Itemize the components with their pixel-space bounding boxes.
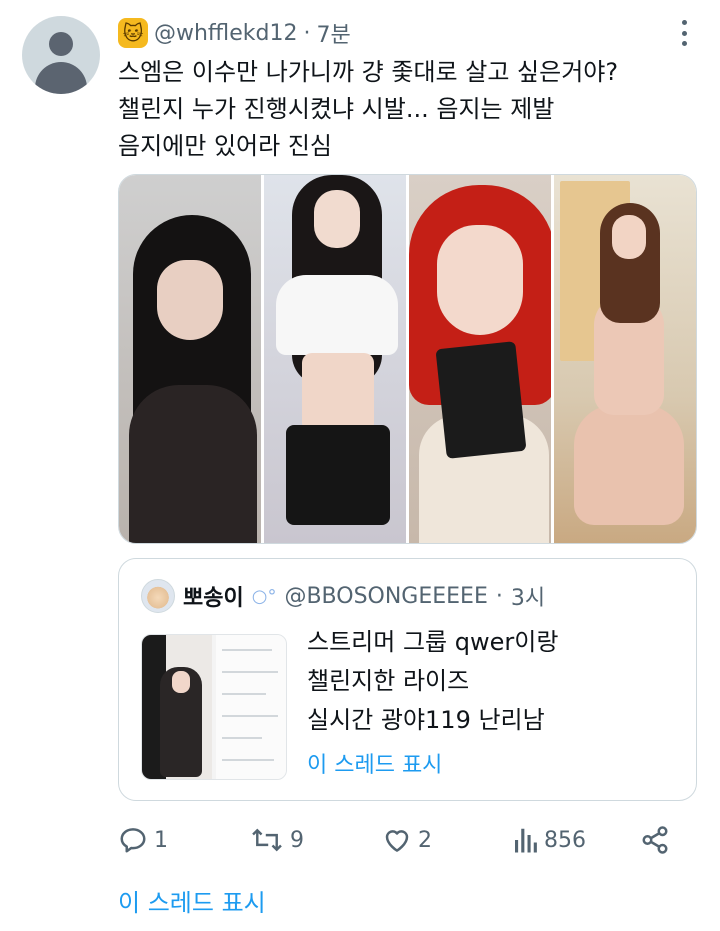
share-button[interactable] [640, 820, 670, 860]
show-thread-link[interactable]: 이 스레드 표시 [118, 883, 266, 918]
tweet-text-line: 챌린지 누가 진행시켰냐 시발... 음지는 제발 [118, 95, 555, 123]
avatar-head-shape [49, 32, 73, 56]
bubble-emoji-icon: ○° [251, 585, 277, 607]
tweet-text-line: 음지에만 있어라 진심 [118, 132, 332, 160]
media-photo-3[interactable] [409, 175, 551, 543]
quote-text: 스트리머 그룹 qwer이랑 챌린지한 라이즈 실시간 광야119 난리남 [307, 623, 677, 740]
tweet-text: 스엠은 이수만 나가니까 걍 좇대로 살고 싶은거야? 챌린지 누가 진행시켰냐… [118, 54, 698, 165]
tweet: 🐱︎ @whfflekd12 · 7분 스엠은 이수만 나가니까 걍 좇대로 살… [0, 0, 720, 931]
retweet-count: 9 [290, 827, 304, 853]
views-button[interactable]: 856 [512, 820, 586, 860]
retweet-icon [252, 828, 282, 852]
media-photo-2[interactable] [264, 175, 406, 543]
quote-time: 3시 [510, 586, 546, 611]
reply-icon [120, 828, 146, 853]
quote-text-line: 스트리머 그룹 qwer이랑 [307, 628, 559, 656]
like-count: 2 [418, 827, 432, 853]
cat-emoji-icon: 🐱︎ [118, 18, 148, 48]
retweet-button[interactable]: 9 [250, 820, 304, 860]
avatar-body-shape [35, 62, 87, 94]
quote-show-thread-link[interactable]: 이 스레드 표시 [307, 747, 442, 779]
quote-text-line: 실시간 광야119 난리남 [307, 706, 545, 734]
share-icon [642, 826, 668, 854]
reply-count: 1 [154, 827, 168, 853]
quote-thumbnail [141, 634, 287, 780]
views-chart-icon [515, 828, 537, 853]
author-avatar[interactable] [22, 16, 100, 94]
more-options-icon[interactable] [674, 20, 694, 46]
heart-icon [385, 830, 409, 852]
media-photo-1[interactable] [119, 175, 261, 543]
quote-text-line: 챌린지한 라이즈 [307, 667, 470, 695]
views-count: 856 [544, 827, 586, 853]
tweet-header: 🐱︎ @whfflekd12 · 7분 [118, 16, 351, 50]
quote-author-name: 뽀송이 [183, 586, 244, 611]
quoted-tweet[interactable]: 뽀송이 ○° @BBOSONGEEEEE · 3시 스트리머 그룹 qwer이랑… [118, 558, 697, 801]
quote-separator: · [495, 583, 503, 609]
action-bar: 1 9 2 856 [118, 820, 678, 860]
like-button[interactable]: 2 [382, 820, 432, 860]
quote-author-handle: @BBOSONGEEEEE [284, 583, 488, 609]
header-separator: · [303, 20, 311, 46]
tweet-time[interactable]: 7분 [316, 17, 350, 49]
tweet-text-line: 스엠은 이수만 나가니까 걍 좇대로 살고 싶은거야? [118, 58, 619, 86]
media-grid [118, 174, 697, 544]
quote-header: 뽀송이 ○° @BBOSONGEEEEE · 3시 [141, 579, 545, 613]
media-photo-4[interactable] [554, 175, 696, 543]
reply-button[interactable]: 1 [118, 820, 168, 860]
quote-avatar [141, 579, 175, 613]
author-handle[interactable]: @whfflekd12 [154, 21, 297, 46]
